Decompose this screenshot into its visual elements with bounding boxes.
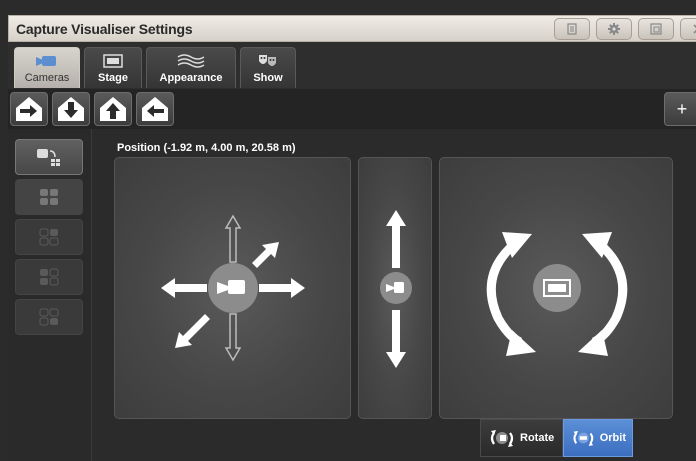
move-left-button[interactable]	[136, 92, 174, 126]
camera-slot-2-button[interactable]	[15, 219, 83, 255]
camera-slot-3-button[interactable]	[15, 259, 83, 295]
house-arrow-right-icon	[16, 97, 42, 121]
toolbar: +	[8, 89, 696, 129]
camera-slot-1-button[interactable]	[15, 179, 83, 215]
tab-strip: Cameras Stage Appearance Show	[8, 42, 696, 89]
close-button[interactable]	[680, 18, 696, 40]
orbit-control-panel[interactable]	[439, 157, 673, 419]
tab-label: Appearance	[159, 72, 223, 84]
resize-icon	[650, 23, 662, 35]
add-button[interactable]: +	[664, 92, 696, 126]
close-icon	[693, 24, 696, 34]
tab-label: Cameras	[24, 72, 70, 84]
gear-icon	[608, 23, 620, 35]
house-arrow-up-icon	[100, 97, 126, 121]
title-bar: Capture Visualiser Settings	[8, 15, 696, 42]
rotate-mode-button[interactable]: Rotate	[480, 419, 563, 457]
camera-slot-icon	[39, 228, 59, 246]
camera-slot-icon	[40, 268, 59, 286]
move-up-button[interactable]	[94, 92, 132, 126]
house-arrow-left-icon	[142, 97, 168, 121]
rotate-icon	[490, 430, 514, 447]
position-readout: Position (-1.92 m, 4.00 m, 20.58 m)	[117, 142, 296, 154]
menu-button[interactable]	[554, 18, 590, 40]
menu-icon	[567, 23, 577, 35]
camera-icon	[36, 56, 56, 66]
tab-cameras[interactable]: Cameras	[14, 47, 80, 88]
elevation-control-panel[interactable]	[358, 157, 432, 419]
window-title: Capture Visualiser Settings	[16, 20, 193, 37]
house-arrow-down-icon	[58, 97, 84, 121]
tab-stage[interactable]: Stage	[84, 47, 142, 88]
stage-icon	[103, 54, 123, 68]
orbit-arrows-icon	[486, 232, 628, 356]
settings-button[interactable]	[596, 18, 632, 40]
camera-slot-4-button[interactable]	[15, 299, 83, 335]
rotate-label: Rotate	[520, 432, 555, 444]
size-button[interactable]	[638, 18, 674, 40]
orbit-mode-button[interactable]: Orbit	[563, 419, 633, 457]
plus-label: +	[676, 98, 688, 119]
theatre-masks-icon	[259, 55, 276, 66]
camera-sidebar	[8, 129, 92, 461]
tab-label: Stage	[98, 72, 128, 84]
camera-slot-icon	[40, 189, 58, 205]
tab-label: Show	[253, 72, 283, 84]
pan-control-panel[interactable]	[114, 157, 351, 419]
vertical-arrows-icon	[380, 210, 412, 368]
move-right-button[interactable]	[10, 92, 48, 126]
pan-arrows-icon	[161, 214, 305, 362]
camera-slot-icon	[39, 308, 59, 326]
move-down-button[interactable]	[52, 92, 90, 126]
tab-show[interactable]: Show	[240, 47, 296, 88]
waves-icon	[177, 54, 205, 68]
orbit-label: Orbit	[599, 432, 626, 444]
camera-select-button[interactable]	[15, 139, 83, 175]
orbit-icon	[573, 430, 594, 447]
tab-appearance[interactable]: Appearance	[146, 47, 236, 88]
camera-grid-icon	[37, 149, 60, 166]
